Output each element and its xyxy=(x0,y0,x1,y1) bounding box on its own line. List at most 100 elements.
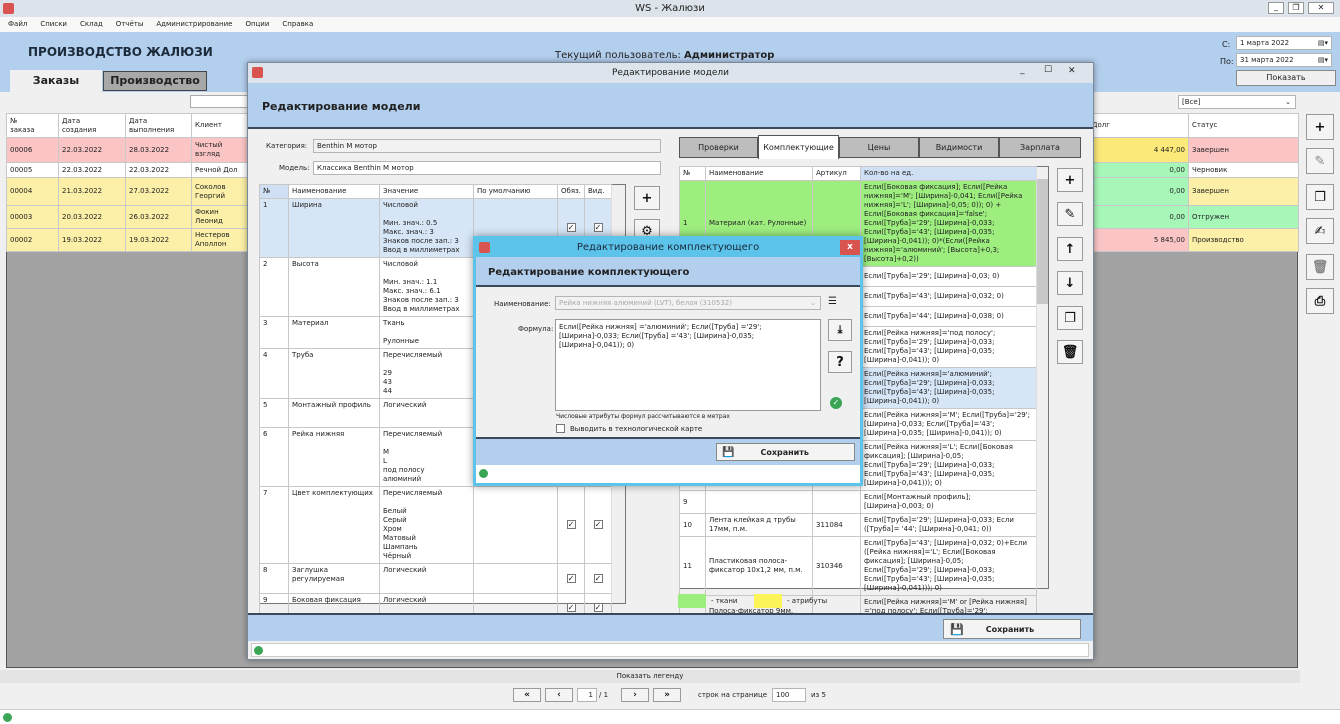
next-page-button[interactable]: › xyxy=(621,688,649,702)
copy-component-button[interactable]: ❐ xyxy=(1057,306,1083,330)
add-order-button[interactable]: + xyxy=(1306,114,1334,140)
col-article[interactable]: Артикул xyxy=(812,166,861,181)
delete-component-button[interactable]: 🗑 xyxy=(1057,340,1083,364)
col-done[interactable]: Дата выполнения xyxy=(125,113,192,138)
col-name[interactable]: Наименование xyxy=(288,184,380,199)
component-name-select[interactable]: Рейка нижняя алюминий (LVT), белая (3105… xyxy=(555,296,821,310)
model-field[interactable]: Классика Benthin M мотор xyxy=(313,161,661,175)
col-order-no[interactable]: № заказа xyxy=(6,113,59,138)
cell-qty: Если([Рейка нижняя]='L'; Если([Боковая ф… xyxy=(860,440,1037,491)
col-default[interactable]: По умолчанию xyxy=(473,184,558,199)
menu-file[interactable]: Файл xyxy=(8,20,27,29)
close-button[interactable]: x xyxy=(840,240,860,255)
tab-components[interactable]: Комплектующие xyxy=(758,135,839,159)
close-button[interactable]: ✕ xyxy=(1068,66,1076,76)
close-button[interactable]: ✕ xyxy=(1308,2,1334,14)
cell-default[interactable] xyxy=(473,563,558,594)
components-scrollbar[interactable] xyxy=(1036,167,1048,588)
add-component-button[interactable]: + xyxy=(1057,168,1083,192)
menu-options[interactable]: Опции xyxy=(245,20,269,29)
menu-admin[interactable]: Администрирование xyxy=(156,20,232,29)
checkbox[interactable]: ✓ xyxy=(566,223,576,232)
checkbox[interactable]: ✓ xyxy=(593,223,603,232)
col-value[interactable]: Значение xyxy=(379,184,474,199)
date-to-picker[interactable]: 31 марта 2022 ▤▾ xyxy=(1236,53,1332,67)
print-button[interactable]: ⎙ xyxy=(1306,288,1334,314)
maximize-button[interactable]: ☐ xyxy=(1044,65,1052,75)
delete-order-button[interactable]: 🗑 xyxy=(1306,254,1334,280)
category-field[interactable]: Benthin M мотор xyxy=(313,139,661,153)
date-from-picker[interactable]: 1 марта 2022 ▤▾ xyxy=(1236,36,1332,50)
cell-default[interactable] xyxy=(473,486,558,564)
checkbox[interactable]: ✓ xyxy=(566,573,576,583)
col-status[interactable]: Статус xyxy=(1188,113,1299,138)
checkbox[interactable]: ✓ xyxy=(566,602,576,612)
checkbox[interactable]: ✓ xyxy=(593,520,603,529)
col-no[interactable]: № xyxy=(679,166,706,181)
menu-reports[interactable]: Отчёты xyxy=(116,20,144,29)
list-icon[interactable]: ☰ xyxy=(828,296,837,307)
scrollbar-thumb[interactable] xyxy=(1037,179,1048,304)
cell-client: Чистый взгляд xyxy=(191,137,252,163)
tab-salary[interactable]: Зарплата xyxy=(999,137,1081,158)
menu-warehouse[interactable]: Склад xyxy=(80,20,103,29)
calendar-icon[interactable]: ▤▾ xyxy=(1318,39,1328,47)
insert-icon[interactable]: ⤓ xyxy=(828,319,852,341)
component-row[interactable]: 9 Если([Монтажный профиль]; [Ширина]-0,00… xyxy=(679,490,1037,514)
tab-visibility[interactable]: Видимости xyxy=(919,137,999,158)
col-no[interactable]: № xyxy=(259,184,289,199)
minimize-button[interactable]: _ xyxy=(1268,2,1284,14)
col-created[interactable]: Дата создания xyxy=(58,113,126,138)
tab-checks[interactable]: Проверки xyxy=(679,137,758,158)
component-row[interactable]: 10 Лента клейкая д трубы 17мм, п.м. 311084… xyxy=(679,513,1037,537)
rows-per-page-select[interactable]: 100 xyxy=(772,688,806,702)
maximize-button[interactable]: ❐ xyxy=(1288,2,1304,14)
edit-component-button[interactable]: ✎ xyxy=(1057,202,1083,226)
menu-help[interactable]: Справка xyxy=(282,20,313,29)
prev-page-button[interactable]: ‹ xyxy=(545,688,573,702)
col-debt[interactable]: Долг xyxy=(1088,113,1189,138)
page-total: / 1 xyxy=(599,691,609,699)
client-filter-input[interactable] xyxy=(190,95,250,108)
cell-name: Пластиковая полоса-фиксатор 10х1,2 мм, п… xyxy=(705,536,813,596)
tech-card-checkbox[interactable]: Выводить в технологической карте xyxy=(556,424,702,433)
col-qty[interactable]: Кол-во на ед. xyxy=(860,166,1037,181)
move-up-button[interactable]: ↑ xyxy=(1057,237,1083,261)
col-name[interactable]: Наименование xyxy=(705,166,813,181)
col-visible[interactable]: Вид. xyxy=(584,184,612,199)
tab-production[interactable]: Производство xyxy=(103,71,207,91)
category-label: Категория: xyxy=(266,142,308,150)
formula-textarea[interactable]: Если([Рейка нижняя] ='алюминий'; Если([Т… xyxy=(555,319,821,411)
copy-order-button[interactable]: ❐ xyxy=(1306,184,1334,210)
calendar-icon[interactable]: ▤▾ xyxy=(1318,56,1328,64)
checkbox[interactable] xyxy=(556,424,565,433)
add-attribute-button[interactable]: + xyxy=(634,186,660,210)
edit-order-button[interactable]: ✎ xyxy=(1306,148,1334,174)
save-model-button[interactable]: 💾 Сохранить xyxy=(943,619,1081,639)
first-page-button[interactable]: « xyxy=(513,688,541,702)
sign-order-button[interactable]: ✍ xyxy=(1306,218,1334,244)
show-legend-bar[interactable]: Показать легенду xyxy=(0,670,1300,683)
attribute-row[interactable]: 7 Цвет комплектующих Перечисляемый Белый С… xyxy=(259,486,612,564)
checkbox[interactable]: ✓ xyxy=(593,602,603,612)
col-client[interactable]: Клиент xyxy=(191,113,252,138)
checkbox[interactable]: ✓ xyxy=(593,573,603,583)
move-down-button[interactable]: ↓ xyxy=(1057,271,1083,295)
component-row[interactable]: 11 Пластиковая полоса-фиксатор 10х1,2 мм,… xyxy=(679,536,1037,596)
status-filter-select[interactable]: [Все] ⌄ xyxy=(1178,95,1296,109)
col-required[interactable]: Обяз. xyxy=(557,184,585,199)
save-component-button[interactable]: 💾 Сохранить xyxy=(716,443,855,461)
attribute-row[interactable]: 8 Заглушка регулируемая Логический ✓ ✓ xyxy=(259,563,612,594)
show-button[interactable]: Показать xyxy=(1236,70,1336,86)
cell-no: 9 xyxy=(679,490,706,514)
rows-per-page-value: 100 xyxy=(776,691,790,699)
checkbox[interactable]: ✓ xyxy=(566,520,576,529)
help-button[interactable]: ? xyxy=(828,351,852,373)
tab-orders[interactable]: Заказы xyxy=(10,70,102,92)
last-page-button[interactable]: » xyxy=(653,688,681,702)
menu-lists[interactable]: Списки xyxy=(40,20,67,29)
page-input[interactable]: 1 xyxy=(577,688,597,702)
minimize-button[interactable]: _ xyxy=(1020,65,1025,75)
tab-prices[interactable]: Цены xyxy=(839,137,919,158)
cell-visible: ✓ xyxy=(584,563,612,594)
